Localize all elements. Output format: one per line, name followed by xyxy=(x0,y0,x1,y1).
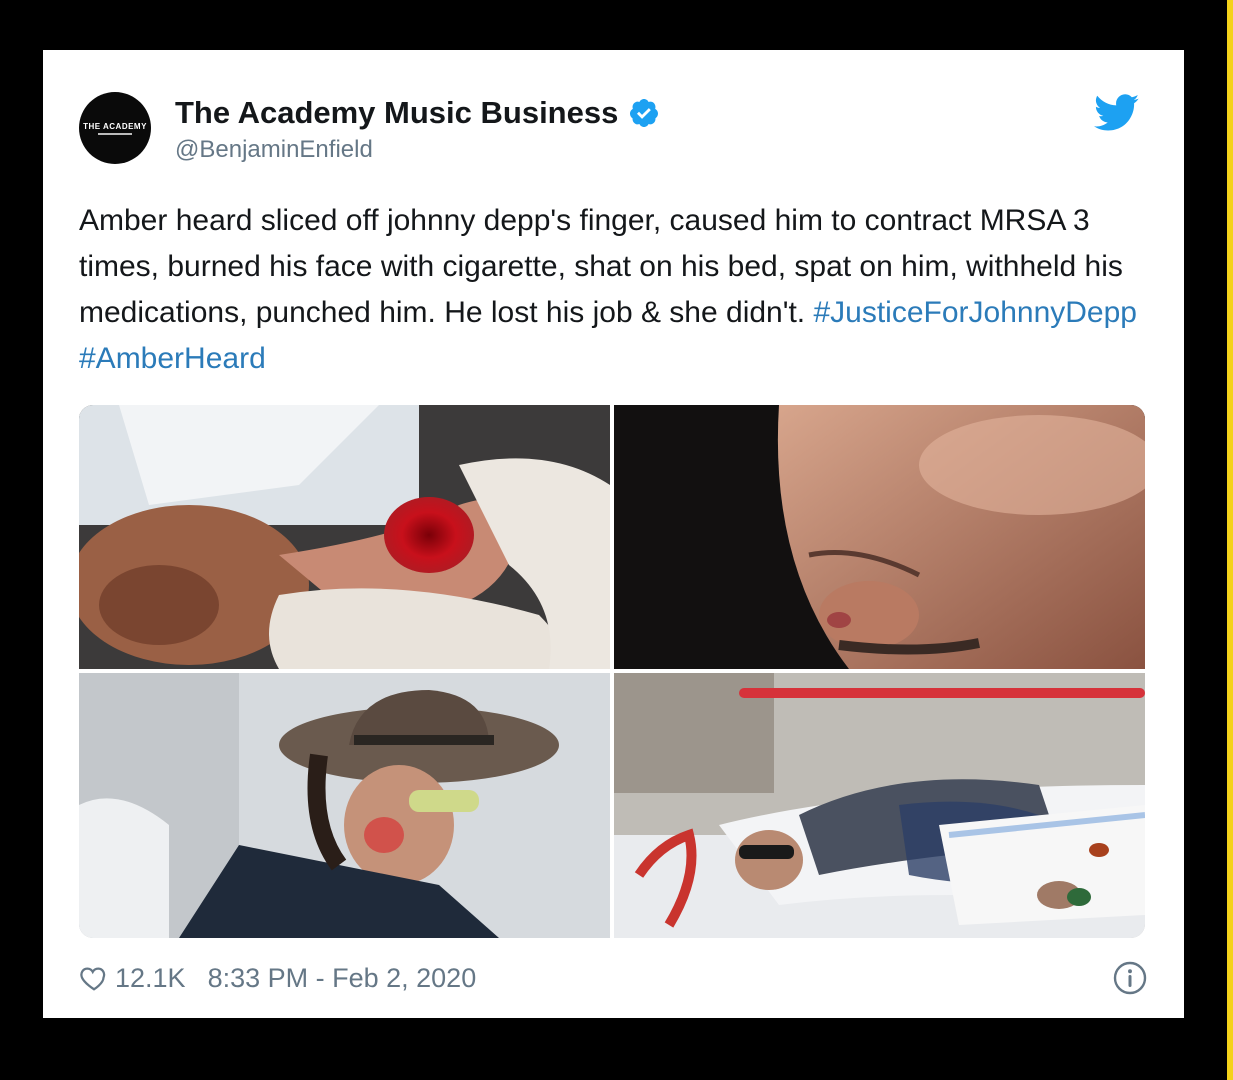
tweet-header: THE ACADEMY The Academy Music Business @… xyxy=(79,92,1148,172)
media-grid-canvas xyxy=(79,405,1145,938)
hashtag-justice-for-johnny-depp[interactable]: #JusticeForJohnnyDepp xyxy=(813,296,1137,329)
media-grid[interactable] xyxy=(79,405,1145,938)
info-icon[interactable] xyxy=(1112,960,1148,996)
tweet-card: THE ACADEMY The Academy Music Business @… xyxy=(43,50,1184,1018)
grid-divider-horizontal xyxy=(79,669,1145,673)
avatar-logo-underline xyxy=(98,132,132,135)
display-name[interactable]: The Academy Music Business xyxy=(175,94,618,132)
yellow-edge-stripe xyxy=(1227,0,1233,1080)
tweet-text: Amber heard sliced off johnny depp's fin… xyxy=(79,198,1139,382)
tweet-timestamp[interactable]: 8:33 PM - Feb 2, 2020 xyxy=(208,963,477,994)
author-handle[interactable]: @BenjaminEnfield xyxy=(175,136,660,164)
avatar-logo-text: THE ACADEMY xyxy=(83,121,147,131)
hospital-bed-photo[interactable] xyxy=(614,673,1145,938)
display-name-row: The Academy Music Business xyxy=(175,94,660,132)
injured-finger-photo[interactable] xyxy=(79,405,610,669)
author-block: The Academy Music Business @BenjaminEnfi… xyxy=(175,94,660,164)
hashtag-amber-heard[interactable]: #AmberHeard xyxy=(79,342,266,375)
heart-icon[interactable] xyxy=(79,963,109,993)
twitter-bird-icon[interactable] xyxy=(1094,94,1140,132)
hat-cheek-mark-photo[interactable] xyxy=(79,673,610,938)
verified-badge-icon xyxy=(630,99,659,127)
tweet-footer: 12.1K 8:33 PM - Feb 2, 2020 xyxy=(79,958,1148,998)
like-count[interactable]: 12.1K xyxy=(115,963,186,994)
avatar[interactable]: THE ACADEMY xyxy=(79,92,151,164)
face-bruise-photo[interactable] xyxy=(614,405,1145,669)
